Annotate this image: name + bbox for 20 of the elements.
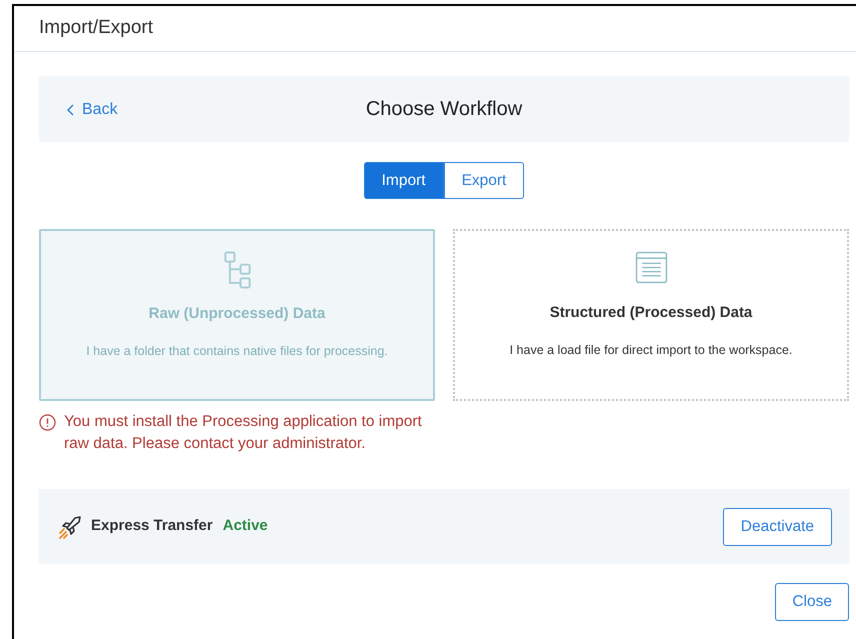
card-title: Raw (Unprocessed) Data — [148, 304, 326, 324]
deactivate-button[interactable]: Deactivate — [722, 508, 832, 546]
card-description: I have a load file for direct import to the workspace. — [510, 342, 792, 359]
express-transfer-label: Express Transfer — [91, 516, 213, 536]
warning-icon — [39, 414, 56, 431]
tab[interactable]: Export — [444, 162, 524, 199]
document-icon — [634, 251, 668, 284]
tab[interactable]: Import — [364, 162, 444, 199]
hierarchy-icon — [222, 251, 252, 289]
card-description: I have a folder that contains native files for processing. — [86, 342, 388, 360]
back-link[interactable]: Back — [67, 98, 118, 122]
status-text: Active — [222, 516, 268, 536]
card-title: Structured (Processed) Data — [550, 303, 752, 323]
page-heading: Choose Workflow — [366, 97, 522, 122]
error-message: You must install the Processing application to import raw data. Please contact your administrator. — [64, 412, 423, 454]
workflow-card[interactable]: Structured (Processed) Data I have a load file for direct import to the workspace. — [453, 229, 849, 401]
window-title: Import/Export — [39, 16, 154, 40]
chevron-left-icon — [67, 104, 74, 116]
close-button[interactable]: Close — [775, 583, 849, 621]
rocket-icon — [57, 514, 83, 540]
